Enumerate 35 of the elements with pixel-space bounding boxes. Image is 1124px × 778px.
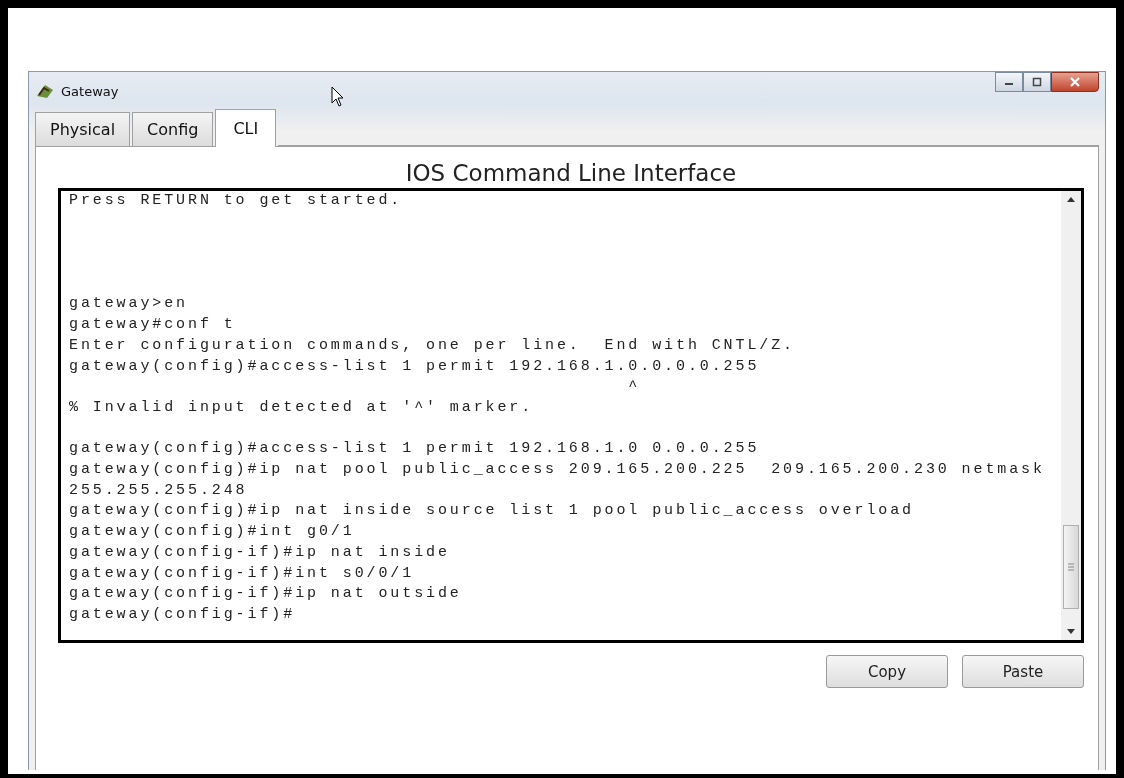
tab[interactable]: Config — [132, 112, 214, 146]
scrollbar[interactable] — [1061, 191, 1081, 640]
terminal-line: gateway#conf t — [69, 315, 237, 336]
terminal-line: Press RETURN to get started. — [69, 191, 404, 211]
paste-button[interactable]: Paste — [962, 655, 1084, 688]
terminal-line: 255.255.255.248 — [69, 480, 249, 501]
terminal-area[interactable] — [58, 188, 1084, 643]
copy-button[interactable]: Copy — [826, 655, 948, 688]
terminal-line: gateway>en — [69, 294, 189, 315]
terminal-line: % Invalid input detected at '^' marker. — [69, 397, 535, 418]
scroll-down-icon[interactable] — [1067, 629, 1075, 634]
terminal-line: gateway(config)#int g0/1 — [69, 522, 356, 543]
terminal-line: gateway(config)#ip nat inside source list 1 pool public_access overload — [69, 501, 915, 522]
terminal-line: gateway(config)#ip nat pool public_access 209.165.200.225 209.165.200.230 netmask — [69, 460, 1046, 481]
terminal-line: Enter configuration commands, one per line. End with CNTL/Z. — [69, 335, 796, 356]
tab[interactable]: CLI — [215, 109, 277, 147]
maximize-icon — [1032, 77, 1042, 87]
terminal-line: ^ — [627, 377, 642, 398]
terminal-line: gateway(config-if)# — [69, 605, 297, 625]
app-icon — [35, 82, 55, 100]
window-title: Gateway — [61, 83, 119, 99]
scroll-up-icon[interactable] — [1067, 197, 1075, 202]
terminal-line: gateway(config-if)#ip nat inside — [69, 542, 451, 563]
terminal-line: gateway(config-if)#int s0/0/1 — [69, 563, 416, 584]
close-button[interactable] — [1051, 72, 1099, 92]
close-icon — [1069, 76, 1081, 88]
tab[interactable]: Physical — [35, 112, 131, 146]
terminal-line: gateway(config)#access-list 1 permit 192.168.1.0 0.0.0.255 — [69, 439, 761, 460]
cursor-icon — [331, 86, 345, 108]
minimize-button[interactable] — [995, 72, 1023, 92]
terminal-line: gateway(config-if)#ip nat outside — [69, 584, 463, 605]
terminal-line: gateway(config)#access-list 1 permit 192.168.1.0.0.0.0.255 — [69, 356, 761, 377]
maximize-button[interactable] — [1023, 72, 1051, 92]
scroll-thumb[interactable] — [1063, 525, 1079, 609]
panel-title: IOS Command Line Interface — [404, 159, 738, 188]
